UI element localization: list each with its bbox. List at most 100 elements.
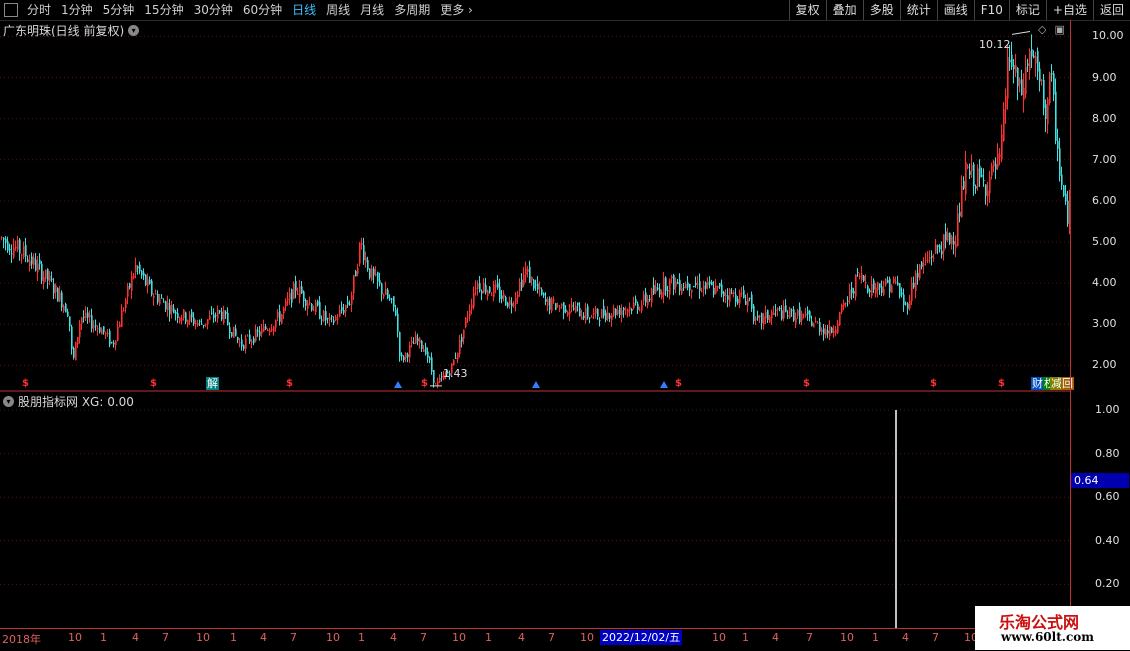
toolbar-button[interactable]: 画线 xyxy=(936,0,974,20)
candle-body xyxy=(595,308,597,314)
signal-dollar-marker[interactable]: $ xyxy=(930,378,937,389)
signal-dollar-marker[interactable]: $ xyxy=(998,378,1005,389)
menu-checkbox-icon[interactable] xyxy=(4,3,18,17)
signal-triangle-marker[interactable] xyxy=(394,381,402,388)
toolbar-button[interactable]: F10 xyxy=(973,0,1009,20)
signal-dollar-marker[interactable]: $ xyxy=(22,378,29,389)
candle-body xyxy=(717,285,719,288)
candle-body xyxy=(105,333,107,335)
candle-body xyxy=(365,257,367,263)
candle-body xyxy=(1001,134,1003,160)
signal-dollar-marker[interactable]: $ xyxy=(803,378,810,389)
candlestick-chart[interactable] xyxy=(0,20,1070,390)
candle-body xyxy=(953,240,955,245)
candle-body xyxy=(393,296,395,308)
candle-body xyxy=(877,282,879,291)
candle-body xyxy=(491,294,493,296)
price-tick-label: 5.00 xyxy=(1092,235,1117,248)
period-tab[interactable]: 更多 › xyxy=(435,0,478,20)
candle-body xyxy=(869,290,871,293)
signal-dollar-marker[interactable]: $ xyxy=(286,378,293,389)
toolbar-button[interactable]: 统计 xyxy=(899,0,937,20)
candle-body xyxy=(29,260,31,266)
candle-body xyxy=(19,239,21,254)
candle-body xyxy=(847,300,849,302)
candle-body xyxy=(337,318,339,320)
candle-body xyxy=(1041,79,1043,81)
signal-dollar-marker[interactable]: $ xyxy=(150,378,157,389)
toolbar-button[interactable]: 多股 xyxy=(862,0,900,20)
period-tab[interactable]: 5分钟 xyxy=(98,0,140,20)
period-tab[interactable]: 多周期 xyxy=(389,0,435,20)
candle-body xyxy=(1015,65,1017,73)
toolbar-button[interactable]: 标记 xyxy=(1008,0,1046,20)
candle-body xyxy=(115,340,117,346)
candle-body xyxy=(23,245,25,257)
candle-body xyxy=(413,343,415,345)
candle-body xyxy=(259,331,261,336)
candle-body xyxy=(891,285,893,293)
candle-body xyxy=(781,310,783,320)
candle-body xyxy=(763,316,765,325)
candle-body xyxy=(927,259,929,262)
period-toolbar: 分时 1分钟 5分钟 15分钟 30分钟 60分钟 日线 周线 月线 多周期 更多 › 复权 叠加 多股… xyxy=(0,0,1130,21)
candle-body xyxy=(185,312,187,322)
candle-body xyxy=(65,303,67,313)
candle-body xyxy=(1059,148,1061,176)
period-tab[interactable]: 分时 xyxy=(22,0,56,20)
candle-body xyxy=(915,272,917,292)
candle-body xyxy=(481,290,483,294)
toolbar-button[interactable]: 复权 xyxy=(788,0,826,20)
candle-body xyxy=(611,314,613,321)
toolbar-button[interactable]: +自选 xyxy=(1045,0,1093,20)
candle-body xyxy=(663,277,665,296)
indicator-chart[interactable] xyxy=(0,390,1070,628)
candle-body xyxy=(457,352,459,360)
signal-triangle-marker[interactable] xyxy=(660,381,668,388)
candle-body xyxy=(599,320,601,322)
candle-body xyxy=(57,287,59,302)
candle-body xyxy=(283,307,285,314)
candle-body xyxy=(427,351,429,358)
candle-body xyxy=(245,338,247,349)
candle-body xyxy=(905,303,907,305)
toolbar-button[interactable]: 叠加 xyxy=(825,0,863,20)
candle-body xyxy=(627,309,629,313)
price-tick-label: 9.00 xyxy=(1092,70,1117,84)
candle-body xyxy=(935,244,937,254)
candle-body xyxy=(479,283,481,291)
candle-body xyxy=(525,268,527,275)
period-tab[interactable]: 60分钟 xyxy=(238,0,287,20)
candle-body xyxy=(805,313,807,316)
date-tick-label: 4 xyxy=(772,631,779,644)
candle-body xyxy=(307,303,309,309)
signal-triangle-marker[interactable] xyxy=(532,381,540,388)
candle-body xyxy=(179,317,181,322)
candle-body xyxy=(851,287,853,294)
period-tab[interactable]: 1分钟 xyxy=(56,0,98,20)
period-tab[interactable]: 15分钟 xyxy=(139,0,188,20)
candle-body xyxy=(659,288,661,295)
period-tab[interactable]: 30分钟 xyxy=(189,0,238,20)
period-tab[interactable]: 日线 xyxy=(287,0,321,20)
candle-body xyxy=(557,305,559,307)
period-tab[interactable]: 月线 xyxy=(355,0,389,20)
toolbar-button[interactable]: 返回 xyxy=(1092,0,1130,20)
candle-body xyxy=(987,190,989,197)
candle-body xyxy=(345,305,347,312)
candle-body xyxy=(119,324,121,328)
unlock-marker[interactable]: 解 xyxy=(206,377,219,390)
candle-body xyxy=(777,308,779,310)
candle-body xyxy=(855,274,857,297)
candle-body xyxy=(97,328,99,330)
period-tab[interactable]: 周线 xyxy=(321,0,355,20)
signal-dollar-marker[interactable]: $ xyxy=(421,378,428,389)
candle-body xyxy=(757,315,759,318)
candle-body xyxy=(639,309,641,311)
candle-body xyxy=(1021,79,1023,96)
candle-body xyxy=(141,270,143,276)
candle-body xyxy=(733,292,735,294)
signal-dollar-marker[interactable]: $ xyxy=(675,378,682,389)
candle-body xyxy=(527,268,529,272)
candle-body xyxy=(373,268,375,276)
